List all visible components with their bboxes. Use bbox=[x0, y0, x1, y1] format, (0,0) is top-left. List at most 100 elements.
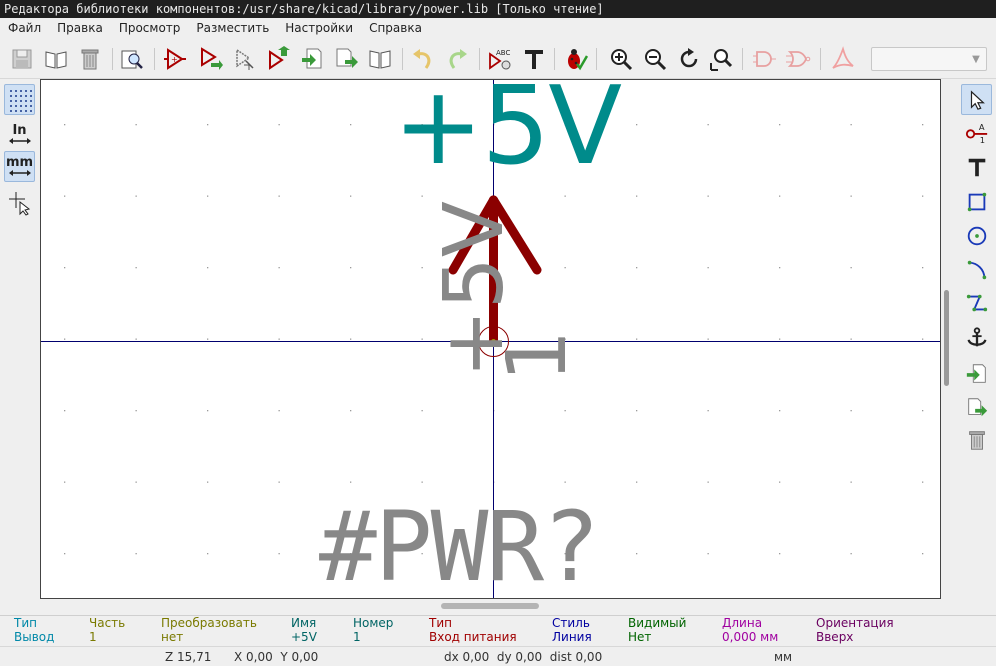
polyline-icon bbox=[965, 291, 989, 315]
msg-label: Преобразовать bbox=[161, 616, 257, 630]
zoom-fit-icon[interactable] bbox=[706, 45, 736, 73]
undo-icon[interactable] bbox=[408, 45, 438, 73]
test-icon[interactable] bbox=[560, 45, 590, 73]
msg-label: Видимый bbox=[628, 616, 686, 630]
component-properties-icon[interactable]: ABC bbox=[485, 45, 515, 73]
msg-value: Нет bbox=[628, 630, 686, 644]
menu-file[interactable]: Файл bbox=[0, 18, 49, 39]
create-from-icon[interactable] bbox=[297, 45, 327, 73]
menu-view[interactable]: Просмотр bbox=[111, 18, 189, 39]
units-mm-button[interactable]: mm bbox=[4, 151, 35, 182]
window-title: Редактора библиотеки компонентов:/usr/sh… bbox=[0, 0, 996, 18]
export-drawing-button[interactable] bbox=[961, 392, 992, 423]
rectangle-icon bbox=[965, 190, 989, 214]
delete-item-button[interactable] bbox=[961, 424, 992, 455]
import-icon bbox=[965, 362, 989, 386]
select-library-icon[interactable] bbox=[41, 45, 71, 73]
msg-value: 0,000 мм bbox=[722, 630, 778, 644]
msg-value: Вывод bbox=[14, 630, 54, 644]
msg-value: +5V bbox=[291, 630, 317, 644]
save-library-icon[interactable] bbox=[7, 45, 37, 73]
pin-icon: A1 bbox=[965, 121, 989, 145]
msg-label: Номер bbox=[353, 616, 393, 630]
msg-value: Вход питания bbox=[429, 630, 517, 644]
new-component-icon[interactable]: + bbox=[160, 45, 190, 73]
library-browser-icon[interactable] bbox=[117, 45, 147, 73]
msg-label: Стиль bbox=[552, 616, 592, 630]
zoom-in-icon[interactable] bbox=[606, 45, 636, 73]
msg-col-number: Номер 1 bbox=[353, 616, 393, 644]
delta-readout: dx 0,00 dy 0,00 dist 0,00 bbox=[444, 648, 602, 666]
vertical-scrollbar[interactable] bbox=[944, 290, 949, 386]
units-inch-button[interactable]: In bbox=[4, 119, 35, 150]
datasheet-pdf-icon[interactable] bbox=[828, 45, 858, 73]
export-component-icon[interactable] bbox=[263, 45, 293, 73]
menu-place[interactable]: Разместить bbox=[188, 18, 277, 39]
add-circle-button[interactable] bbox=[961, 220, 992, 251]
msg-value: 1 bbox=[89, 630, 125, 644]
set-anchor-button[interactable] bbox=[961, 322, 992, 353]
units-inch-label: In bbox=[12, 124, 26, 137]
add-text-button[interactable] bbox=[961, 151, 992, 182]
grid-toggle-button[interactable] bbox=[4, 84, 35, 115]
svg-text:1: 1 bbox=[979, 135, 984, 145]
drawing-canvas[interactable]: +5V +5V 1 #PWR? bbox=[40, 79, 941, 599]
units-readout: мм bbox=[774, 648, 792, 666]
msg-label: Длина bbox=[722, 616, 778, 630]
select-tool-button[interactable] bbox=[961, 84, 992, 115]
redraw-icon[interactable] bbox=[674, 45, 704, 73]
grid-icon bbox=[8, 88, 32, 112]
import-drawing-button[interactable] bbox=[961, 358, 992, 389]
pin-number-text[interactable]: 1 bbox=[496, 330, 580, 382]
msg-col-part: Часть 1 bbox=[89, 616, 125, 644]
unit-combo[interactable]: ▼ bbox=[871, 47, 987, 71]
zoom-out-icon[interactable] bbox=[640, 45, 670, 73]
anchor-icon bbox=[965, 326, 989, 350]
dimension-arrow-icon bbox=[8, 137, 32, 145]
symbol-value-text[interactable]: +5V bbox=[393, 79, 620, 187]
msg-col-visible: Видимый Нет bbox=[628, 616, 686, 644]
svg-text:A: A bbox=[978, 122, 984, 132]
open-document-icon[interactable] bbox=[365, 45, 395, 73]
msg-col-name: Имя +5V bbox=[291, 616, 317, 644]
left-toolbar: In mm bbox=[0, 79, 39, 614]
cursor-shape-button[interactable] bbox=[4, 187, 35, 218]
redo-icon[interactable] bbox=[442, 45, 472, 73]
msg-value: 1 bbox=[353, 630, 393, 644]
menu-preferences[interactable]: Настройки bbox=[277, 18, 361, 39]
units-mm-label: mm bbox=[6, 156, 33, 169]
msg-col-style: Стиль Линия bbox=[552, 616, 592, 644]
status-bar: Z 15,71 X 0,00 Y 0,00 dx 0,00 dy 0,00 di… bbox=[0, 646, 996, 666]
add-pin-button[interactable]: A1 bbox=[961, 117, 992, 148]
deMorgan-alternate-icon[interactable] bbox=[783, 45, 813, 73]
msg-value: Вверх bbox=[816, 630, 894, 644]
new-file-icon[interactable] bbox=[331, 45, 361, 73]
arc-icon bbox=[965, 258, 989, 282]
add-arc-button[interactable] bbox=[961, 254, 992, 285]
delete-component-icon[interactable] bbox=[75, 45, 105, 73]
horizontal-scrollbar[interactable] bbox=[441, 603, 539, 609]
msg-col-convert: Преобразовать нет bbox=[161, 616, 257, 644]
deMorgan-normal-icon[interactable] bbox=[749, 45, 779, 73]
msg-value: нет bbox=[161, 630, 257, 644]
main-toolbar: + ABC bbox=[0, 40, 996, 79]
svg-text:ABC: ABC bbox=[496, 49, 510, 57]
msg-label: Часть bbox=[89, 616, 125, 630]
arrow-cursor-icon bbox=[966, 89, 988, 111]
chevron-down-icon: ▼ bbox=[966, 48, 986, 70]
text-icon[interactable] bbox=[519, 45, 549, 73]
add-polyline-button[interactable] bbox=[961, 287, 992, 318]
add-rectangle-button[interactable] bbox=[961, 186, 992, 217]
cursor-readout: X 0,00 Y 0,00 bbox=[234, 648, 318, 666]
menu-edit[interactable]: Правка bbox=[49, 18, 111, 39]
msg-col-orientation: Ориентация Вверх bbox=[816, 616, 894, 644]
save-component-icon[interactable] bbox=[195, 45, 225, 73]
reference-text[interactable]: #PWR? bbox=[319, 491, 598, 599]
trash-icon bbox=[965, 428, 989, 452]
dimension-arrow-icon bbox=[8, 169, 32, 177]
menu-bar: Файл Правка Просмотр Разместить Настройк… bbox=[0, 18, 996, 39]
msg-col-electrical-type: Тип Вход питания bbox=[429, 616, 517, 644]
text-tool-icon bbox=[965, 155, 989, 179]
import-component-icon[interactable] bbox=[229, 45, 259, 73]
menu-help[interactable]: Справка bbox=[361, 18, 430, 39]
